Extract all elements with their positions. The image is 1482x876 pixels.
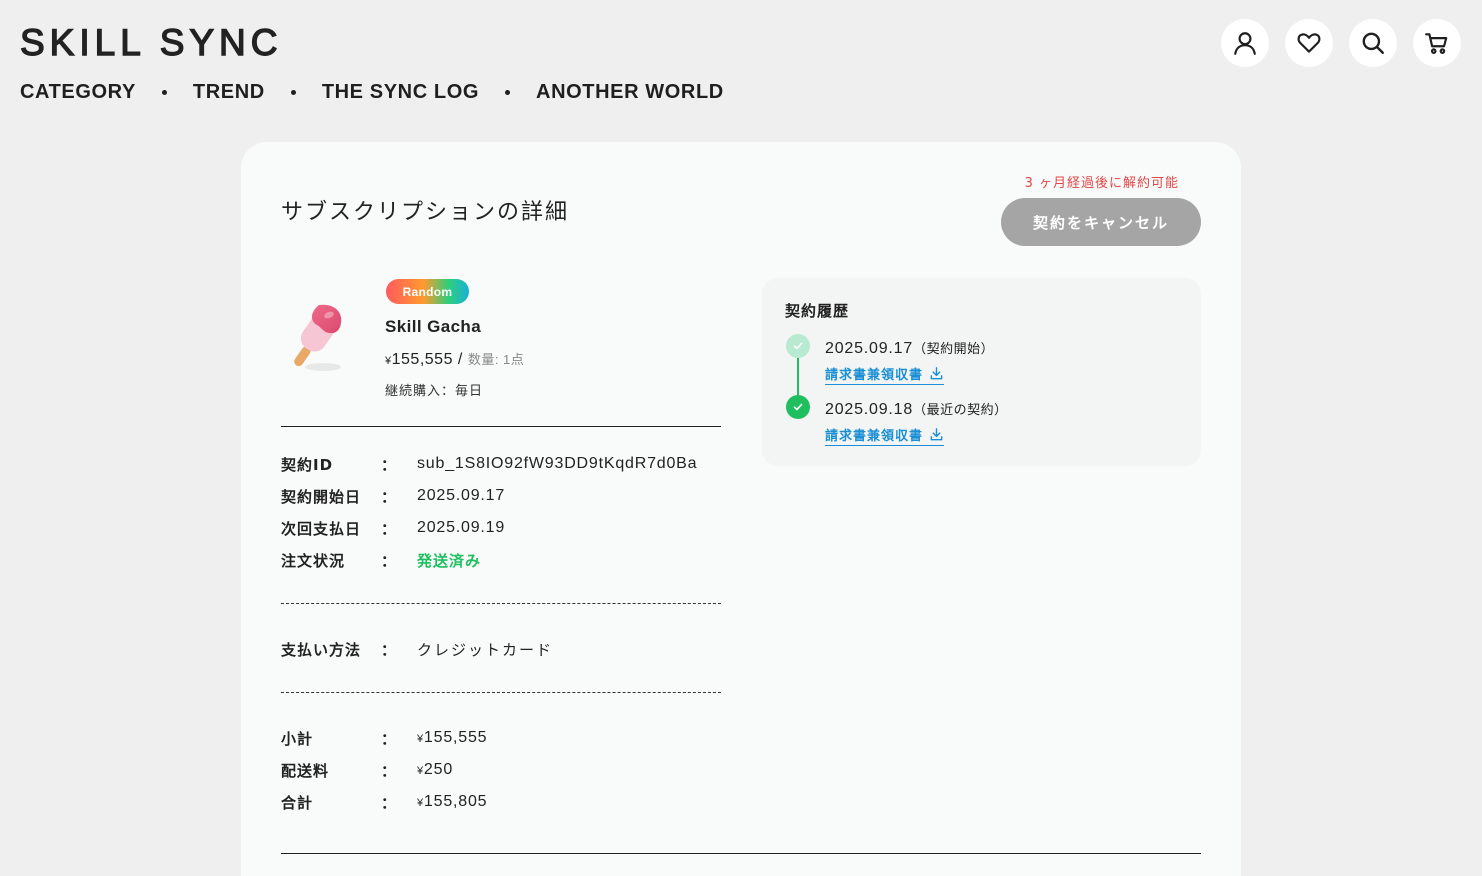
download-icon [930,428,943,441]
colon: ： [381,487,397,506]
nav-separator [161,89,167,95]
history-date: 2025.09.17 [825,340,914,357]
cart-icon [1425,33,1448,54]
nav-item-trend[interactable]: TREND [193,80,265,104]
divider [281,426,721,427]
divider [281,853,1201,854]
detail-value: クレジットカード [417,640,554,659]
nav-separator [505,89,511,95]
total-row-total: 合計 ： ¥155,805 [281,790,731,814]
detail-label: 契約ID [281,455,334,474]
subscription-detail-card: サブスクリプションの詳細 3 ヶ月経過後に解約可能 契約をキャンセル Rando… [241,142,1241,876]
colon: ： [381,455,397,474]
status-badge: 発送済み [417,551,482,570]
detail-label: 注文状況 [281,551,346,570]
currency-symbol: ¥ [417,733,424,745]
detail-row-payment-method: 支払い方法 ： クレジットカード [281,637,731,661]
download-icon [930,367,943,380]
detail-value: 2025.09.17 [417,487,506,504]
page-title: サブスクリプションの詳細 [281,200,570,225]
nav-item-category[interactable]: CATEGORY [20,80,136,104]
history-entry-date: 2025.09.17（契約開始） [825,338,994,358]
main-nav: CATEGORY TREND THE SYNC LOG ANOTHER WORL… [20,80,724,104]
product-badge: Random [386,279,469,304]
price-separator: / [452,351,468,368]
continuous-purchase: 継続購入：毎日 [385,384,484,399]
popsicle-icon [294,304,342,371]
currency-symbol: ¥ [417,765,424,777]
product-name[interactable]: Skill Gacha [385,317,481,337]
search-button[interactable] [1349,19,1397,67]
search-icon [1362,32,1384,54]
colon: ： [381,761,397,780]
total-label: 配送料 [281,761,330,780]
history-title: 契約履歴 [785,302,850,320]
nav-separator [290,89,296,95]
colon: ： [381,729,397,748]
nav-item-another-world[interactable]: ANOTHER WORLD [536,80,724,104]
history-note: （最近の契約） [913,403,1008,418]
total-value: ¥250 [417,761,453,779]
history-date: 2025.09.18 [825,401,914,418]
colon: ： [381,519,397,538]
invoice-link-label: 請求書兼領収書 [825,429,924,444]
detail-label: 契約開始日 [281,487,362,506]
detail-value: 2025.09.19 [417,519,506,536]
currency-symbol: ¥ [385,355,392,367]
total-label: 小計 [281,729,314,748]
total-row-subtotal: 小計 ： ¥155,555 [281,726,731,750]
detail-row-contract-id: 契約ID ： sub_1S8IO92fW93DD9tKqdR7d0Ba [281,452,731,476]
site-logo[interactable]: SKILL SYNC [19,23,283,62]
currency-symbol: ¥ [417,797,424,809]
amount: 250 [423,761,454,778]
amount: 155,555 [423,729,488,746]
colon: ： [381,551,397,570]
favorites-button[interactable] [1285,19,1333,67]
amount: 155,805 [423,793,488,810]
detail-row-start-date: 契約開始日 ： 2025.09.17 [281,484,731,508]
product-image [281,282,361,392]
detail-row-next-payment: 次回支払日 ： 2025.09.19 [281,516,731,540]
user-icon [1234,32,1256,55]
timeline-check-icon [786,395,810,419]
contract-history-panel: 契約履歴 2025.09.17（契約開始） 請求書兼領収書 2025.09.18… [762,278,1201,466]
invoice-download-link[interactable]: 請求書兼領収書 [825,425,945,446]
invoice-link-label: 請求書兼領収書 [825,368,924,383]
history-note: （契約開始） [913,342,995,357]
heart-icon [1297,33,1321,53]
account-button[interactable] [1221,19,1269,67]
total-value: ¥155,805 [417,793,487,811]
detail-row-order-status: 注文状況 ： 発送済み [281,548,731,572]
detail-value: sub_1S8IO92fW93DD9tKqdR7d0Ba [417,455,698,472]
price-value: 155,555 [391,351,453,368]
colon: ： [381,640,397,659]
header-actions [1221,19,1461,67]
invoice-download-link[interactable]: 請求書兼領収書 [825,364,945,385]
colon: ： [381,793,397,812]
total-label: 合計 [281,793,314,812]
cancel-note: 3 ヶ月経過後に解約可能 [1024,176,1179,191]
history-entry-date: 2025.09.18（最近の契約） [825,399,1008,419]
nav-item-sync-log[interactable]: THE SYNC LOG [322,80,479,104]
detail-label: 支払い方法 [281,640,362,659]
dashed-divider [281,692,721,693]
cart-button[interactable] [1413,19,1461,67]
total-value: ¥155,555 [417,729,487,747]
cancel-subscription-button[interactable]: 契約をキャンセル [1001,198,1201,246]
product-price: ¥155,555 / 数量: 1点 [385,349,524,369]
product-quantity: 数量: 1点 [467,352,525,367]
total-row-shipping: 配送料 ： ¥250 [281,758,731,782]
detail-label: 次回支払日 [281,519,362,538]
timeline-check-icon [786,334,810,358]
dashed-divider [281,603,721,604]
